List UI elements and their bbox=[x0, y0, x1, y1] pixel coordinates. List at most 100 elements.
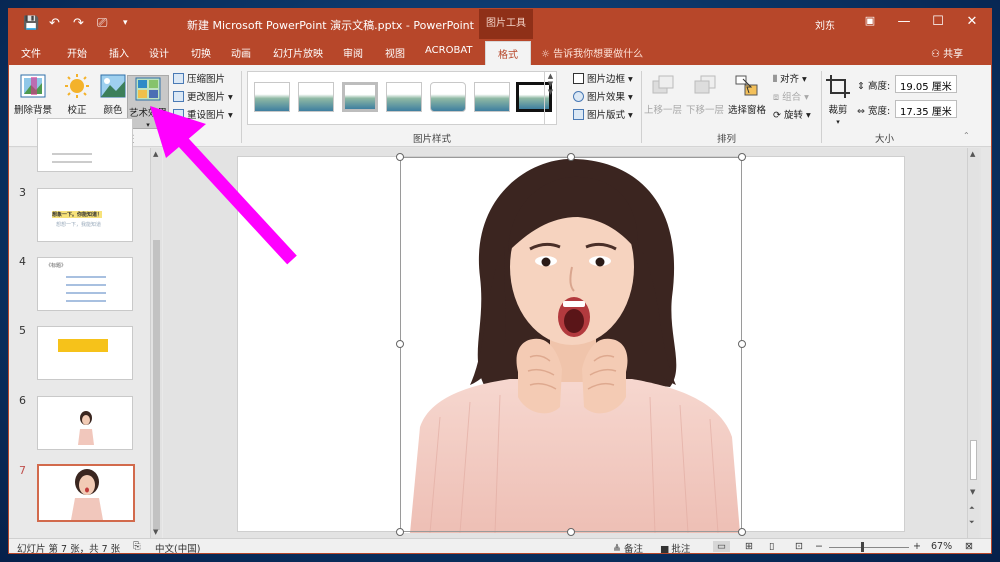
picture-border-button[interactable]: 图片边框 ▾ bbox=[573, 71, 633, 85]
height-input[interactable]: 19.05 厘米 bbox=[895, 75, 957, 93]
user-name[interactable]: 刘东 bbox=[815, 17, 835, 32]
scrollbar-thumb[interactable] bbox=[970, 440, 977, 480]
close-button[interactable]: ✕ bbox=[957, 14, 987, 29]
undo-icon[interactable]: ↶ bbox=[49, 16, 60, 31]
notes-button[interactable]: ≜ 备注 bbox=[613, 541, 643, 553]
slide-thumbnail-7[interactable] bbox=[37, 464, 135, 522]
style-thumbnail[interactable] bbox=[254, 82, 290, 112]
style-thumbnail[interactable] bbox=[298, 82, 334, 112]
group-button[interactable]: ⧈ 组合 ▾ bbox=[773, 89, 809, 103]
comments-button[interactable]: ▆ 批注 bbox=[661, 541, 690, 553]
text-line bbox=[52, 161, 92, 163]
picture-layout-button[interactable]: 图片版式 ▾ bbox=[573, 107, 633, 121]
status-bar: 幻灯片 第 7 张，共 7 张 ⎘ 中文(中国) ≜ 备注 ▆ 批注 ▭ ⊞ ▯… bbox=[9, 538, 991, 553]
gallery-more-icon[interactable]: ▼ bbox=[545, 88, 556, 96]
picture-effects-button[interactable]: 图片效果 ▾ bbox=[573, 89, 633, 103]
scroll-down-icon[interactable]: ▼ bbox=[153, 528, 158, 536]
slide-thumbnail-3[interactable]: 想象一下。你能知道！ 想想一下，我能知道 bbox=[37, 188, 133, 242]
ribbon-display-options-icon[interactable]: ▣ bbox=[855, 14, 885, 27]
slide-scrollbar[interactable]: ▲ ▼ ⏶ ⏷ bbox=[967, 148, 979, 538]
scroll-down-icon[interactable]: ▼ bbox=[545, 80, 556, 88]
tab-file[interactable]: 文件 bbox=[21, 45, 41, 60]
redo-icon[interactable]: ↷ bbox=[73, 16, 84, 31]
picture-styles-gallery[interactable]: ▲ ▼ ▼ bbox=[247, 71, 557, 125]
slide-sorter-icon[interactable]: ⊞ bbox=[745, 541, 753, 552]
zoom-slider-thumb[interactable] bbox=[861, 542, 864, 552]
resize-handle[interactable] bbox=[738, 340, 746, 348]
compress-pictures-button[interactable]: 压缩图片 bbox=[173, 71, 225, 85]
resize-handle[interactable] bbox=[567, 528, 575, 536]
tab-home[interactable]: 开始 bbox=[67, 45, 87, 60]
send-backward-button[interactable]: 下移一层 bbox=[685, 73, 725, 116]
style-thumbnail[interactable] bbox=[386, 82, 422, 112]
style-thumbnail[interactable] bbox=[342, 82, 378, 112]
lightbulb-icon: ☼ bbox=[541, 49, 554, 60]
artistic-effects-button[interactable]: 艺术效果 ▾ bbox=[127, 75, 169, 129]
selection-pane-button[interactable]: 选择窗格 bbox=[727, 73, 767, 116]
align-button[interactable]: ⫴ 对齐 ▾ bbox=[773, 71, 807, 85]
zoom-level[interactable]: 67% bbox=[931, 541, 952, 552]
slide-canvas[interactable] bbox=[237, 153, 905, 536]
bring-forward-button[interactable]: 上移一层 bbox=[643, 73, 683, 116]
tab-view[interactable]: 视图 bbox=[385, 45, 405, 60]
remove-background-label: 删除背景 bbox=[13, 105, 52, 116]
resize-handle[interactable] bbox=[396, 528, 404, 536]
resize-handle[interactable] bbox=[567, 153, 575, 161]
slideshow-icon[interactable]: ⎚ bbox=[97, 16, 107, 31]
group-label-arrange: 排列 bbox=[717, 134, 737, 145]
collapse-ribbon-icon[interactable]: ⌃ bbox=[963, 131, 970, 140]
customize-qat-icon[interactable]: ▾ bbox=[123, 18, 128, 28]
scroll-up-icon[interactable]: ▲ bbox=[545, 72, 556, 80]
compress-icon bbox=[173, 73, 184, 84]
slide-thumbnail-6[interactable] bbox=[37, 396, 133, 450]
restore-button[interactable]: ☐ bbox=[923, 14, 953, 29]
next-slide-icon[interactable]: ⏷ bbox=[969, 518, 975, 527]
gallery-scroll[interactable]: ▲ ▼ ▼ bbox=[544, 72, 556, 124]
slide-text: 想想一下，我能知道 bbox=[56, 222, 102, 228]
slide-thumbnail-5[interactable] bbox=[37, 326, 133, 380]
slide-thumbnail-2[interactable] bbox=[37, 118, 133, 172]
thumbnail-scrollbar[interactable]: ▲ ▼ bbox=[150, 148, 162, 538]
resize-handle[interactable] bbox=[738, 528, 746, 536]
tab-review[interactable]: 审阅 bbox=[343, 45, 363, 60]
resize-handle[interactable] bbox=[396, 153, 404, 161]
text-line bbox=[66, 300, 106, 302]
width-input[interactable]: 17.35 厘米 bbox=[895, 100, 957, 118]
resize-handle[interactable] bbox=[738, 153, 746, 161]
zoom-out-icon[interactable]: − bbox=[815, 541, 823, 552]
resize-handle[interactable] bbox=[396, 340, 404, 348]
zoom-slider[interactable] bbox=[829, 547, 909, 548]
tab-transitions[interactable]: 切换 bbox=[191, 45, 211, 60]
reading-view-icon[interactable]: ▯ bbox=[769, 541, 774, 552]
minimize-button[interactable]: — bbox=[889, 14, 919, 29]
slide-number: 3 bbox=[19, 186, 26, 199]
reset-picture-button[interactable]: 重设图片 ▾ bbox=[173, 107, 233, 121]
remove-background-button[interactable]: 删除背景 bbox=[13, 73, 53, 116]
tab-slideshow[interactable]: 幻灯片放映 bbox=[273, 45, 323, 60]
tab-insert[interactable]: 插入 bbox=[109, 45, 129, 60]
tab-animations[interactable]: 动画 bbox=[231, 45, 251, 60]
spell-check-icon[interactable]: ⎘ bbox=[133, 541, 141, 552]
scroll-up-icon[interactable]: ▲ bbox=[970, 150, 975, 158]
slide-thumbnail-4[interactable]: 《标题》 bbox=[37, 257, 133, 311]
change-picture-button[interactable]: 更改图片 ▾ bbox=[173, 89, 233, 103]
tab-design[interactable]: 设计 bbox=[149, 45, 169, 60]
crop-button[interactable]: 裁剪 ▾ bbox=[823, 73, 853, 127]
previous-slide-icon[interactable]: ⏶ bbox=[969, 504, 975, 513]
slideshow-view-icon[interactable]: ⊡ bbox=[795, 541, 803, 552]
tab-acrobat[interactable]: ACROBAT bbox=[425, 45, 473, 56]
tab-format[interactable]: 格式 bbox=[485, 41, 531, 65]
save-icon[interactable]: 💾 bbox=[23, 16, 39, 31]
zoom-in-icon[interactable]: + bbox=[913, 541, 921, 552]
scroll-down-icon[interactable]: ▼ bbox=[970, 488, 975, 496]
share-button[interactable]: ⚇ 共享 bbox=[931, 45, 963, 60]
fit-to-window-icon[interactable]: ⊠ bbox=[965, 541, 973, 552]
scroll-up-icon[interactable]: ▲ bbox=[153, 150, 158, 158]
language-indicator[interactable]: 中文(中国) bbox=[155, 541, 200, 553]
scrollbar-thumb[interactable] bbox=[153, 240, 160, 530]
rotate-button[interactable]: ⟳ 旋转 ▾ bbox=[773, 107, 811, 121]
normal-view-icon[interactable]: ▭ bbox=[713, 541, 730, 552]
tell-me-search[interactable]: ☼ 告诉我你想要做什么 bbox=[541, 45, 643, 60]
style-thumbnail[interactable] bbox=[474, 82, 510, 112]
style-thumbnail[interactable] bbox=[430, 82, 466, 112]
